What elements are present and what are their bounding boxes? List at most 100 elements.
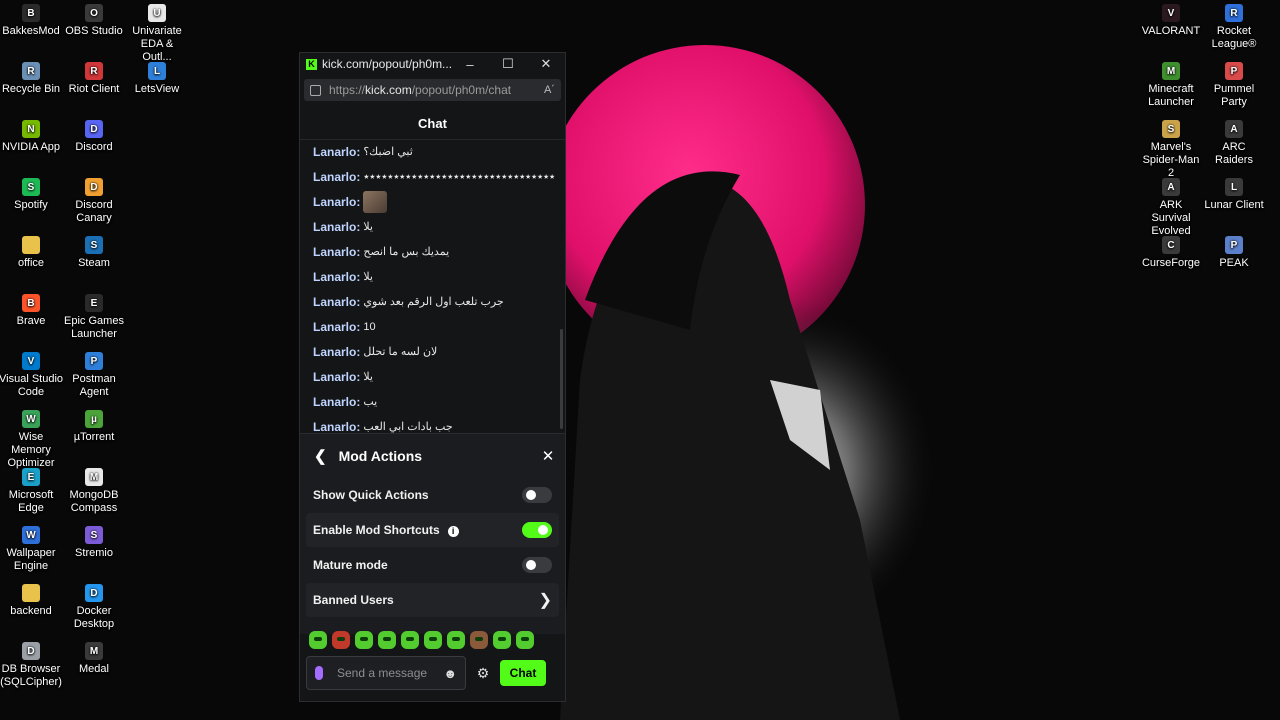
lock-icon: [310, 84, 321, 96]
close-window-button[interactable]: ✕: [527, 56, 565, 72]
chat-username[interactable]: Lanarlo:: [313, 345, 360, 359]
desktop-icon[interactable]: S Stremio: [62, 526, 126, 560]
desktop-icon-label: OBS Studio: [65, 25, 123, 37]
window-title: kick.com/popout/ph0m...: [322, 57, 451, 71]
desktop-icon[interactable]: backend: [0, 584, 63, 618]
chat-username[interactable]: Lanarlo:: [313, 320, 360, 334]
desktop-icon[interactable]: L Lunar Client: [1202, 178, 1266, 212]
toggle-knob: [526, 560, 536, 570]
chat-username[interactable]: Lanarlo:: [313, 420, 360, 434]
send-chat-button[interactable]: Chat: [500, 660, 546, 686]
show-quick-actions-toggle[interactable]: [522, 487, 552, 503]
desktop-icon[interactable]: D Discord Canary: [62, 178, 126, 225]
url-host: kick.com: [365, 83, 412, 97]
minimize-button[interactable]: –: [451, 57, 489, 72]
chat-message-text: يلا: [363, 371, 373, 383]
desktop-icon[interactable]: M MongoDB Compass: [62, 468, 126, 515]
emote-icon[interactable]: [332, 631, 350, 649]
enable-mod-shortcuts-row[interactable]: Enable Mod Shortcuts i: [306, 513, 559, 547]
chat-username[interactable]: Lanarlo:: [313, 145, 360, 159]
desktop-icon[interactable]: A ARC Raiders: [1202, 120, 1266, 167]
desktop-icon[interactable]: S Marvel's Spider-Man 2: [1139, 120, 1203, 180]
desktop-icon[interactable]: W Wallpaper Engine: [0, 526, 63, 573]
emote-icon[interactable]: [309, 631, 327, 649]
desktop-icon[interactable]: P PEAK: [1202, 236, 1266, 270]
desktop-icon-label: Minecraft Launcher: [1148, 83, 1194, 108]
emote-icon[interactable]: [516, 631, 534, 649]
maximize-button[interactable]: ☐: [489, 56, 527, 72]
show-quick-actions-row[interactable]: Show Quick Actions: [306, 478, 559, 512]
desktop-icon[interactable]: L LetsView: [125, 62, 189, 96]
chat-message-list[interactable]: Lanarlo: ثبي اضبك؟ Lanarlo: ٭٭٭٭٭٭٭٭٭٭٭٭٭٭٭…: [300, 139, 565, 434]
enable-mod-shortcuts-toggle[interactable]: [522, 522, 552, 538]
info-icon[interactable]: i: [447, 526, 459, 537]
app-icon: C: [1162, 236, 1180, 254]
chat-username[interactable]: Lanarlo:: [313, 395, 360, 409]
desktop-icon[interactable]: B BakkesMod: [0, 4, 63, 38]
desktop-icon[interactable]: E Epic Games Launcher: [62, 294, 126, 341]
emote-icon[interactable]: [378, 631, 396, 649]
emote-icon[interactable]: [355, 631, 373, 649]
desktop-icon[interactable]: V Visual Studio Code: [0, 352, 63, 399]
emote-icon[interactable]: [401, 631, 419, 649]
desktop-icon[interactable]: D Docker Desktop: [62, 584, 126, 631]
emote-icon[interactable]: [470, 631, 488, 649]
desktop-icon[interactable]: P Postman Agent: [62, 352, 126, 399]
reader-mode-icon[interactable]: A´: [544, 84, 555, 96]
mod-actions-panel: ❮ Mod Actions ✕ Show Quick Actions Enabl…: [300, 433, 565, 634]
desktop-icon[interactable]: office: [0, 236, 63, 270]
desktop-icon[interactable]: U Univariate EDA & Outl...: [125, 4, 189, 64]
banned-users-row[interactable]: Banned Users ❯: [306, 583, 559, 617]
desktop-icon[interactable]: D DB Browser (SQLCipher): [0, 642, 63, 689]
app-icon: O: [85, 4, 103, 22]
chat-username[interactable]: Lanarlo:: [313, 220, 360, 234]
mature-mode-toggle[interactable]: [522, 557, 552, 573]
desktop-icon[interactable]: µ µTorrent: [62, 410, 126, 444]
desktop-icon[interactable]: B Brave: [0, 294, 63, 328]
chat-username[interactable]: Lanarlo:: [313, 195, 360, 209]
chat-username[interactable]: Lanarlo:: [313, 270, 360, 284]
desktop-icon[interactable]: R Rocket League®: [1202, 4, 1266, 51]
desktop-icon[interactable]: W Wise Memory Optimizer: [0, 410, 63, 470]
emote-icon[interactable]: [493, 631, 511, 649]
desktop-icon[interactable]: D Discord: [62, 120, 126, 154]
desktop-icon[interactable]: M Minecraft Launcher: [1139, 62, 1203, 109]
emoji-picker-icon[interactable]: ☻: [443, 666, 457, 681]
chat-username[interactable]: Lanarlo:: [313, 370, 360, 384]
desktop-icon[interactable]: S Steam: [62, 236, 126, 270]
back-arrow-icon[interactable]: ❮: [314, 447, 327, 465]
app-icon: A: [1225, 120, 1243, 138]
desktop-icon-label: LetsView: [134, 83, 180, 95]
mature-mode-row[interactable]: Mature mode: [306, 548, 559, 582]
enable-mod-shortcuts-label-wrap: Enable Mod Shortcuts i: [313, 523, 522, 537]
chat-scrollbar[interactable]: [560, 329, 563, 429]
chat-message: Lanarlo: لان لسه ما تحلل: [300, 339, 565, 364]
app-icon: B: [22, 4, 40, 22]
desktop-icon[interactable]: N NVIDIA App: [0, 120, 63, 154]
emote-icon[interactable]: [447, 631, 465, 649]
close-icon[interactable]: ✕: [531, 447, 565, 465]
desktop-icon-label: Wallpaper Engine: [6, 547, 56, 572]
emote-icon[interactable]: [424, 631, 442, 649]
desktop-icon[interactable]: C CurseForge: [1139, 236, 1203, 270]
desktop-icon[interactable]: O OBS Studio: [62, 4, 126, 38]
desktop-icon-label: backend: [10, 605, 52, 617]
desktop-icon[interactable]: E Microsoft Edge: [0, 468, 63, 515]
desktop-icon[interactable]: M Medal: [62, 642, 126, 676]
chat-username[interactable]: Lanarlo:: [313, 295, 360, 309]
url-text[interactable]: https://kick.com/popout/ph0m/chat: [329, 83, 544, 97]
microphone-icon[interactable]: [315, 666, 323, 680]
desktop-icon[interactable]: S Spotify: [0, 178, 63, 212]
desktop-icon[interactable]: P Pummel Party: [1202, 62, 1266, 109]
desktop-icon[interactable]: R Recycle Bin: [0, 62, 63, 96]
chat-username[interactable]: Lanarlo:: [313, 170, 360, 184]
chat-username[interactable]: Lanarlo:: [313, 245, 360, 259]
address-bar[interactable]: https://kick.com/popout/ph0m/chat A´: [304, 79, 561, 101]
chat-settings-gear-icon[interactable]: ⚙: [466, 665, 500, 682]
chat-input-bar: Send a message ☻ ⚙ Chat: [306, 655, 562, 691]
desktop-icon[interactable]: R Riot Client: [62, 62, 126, 96]
message-input[interactable]: Send a message ☻: [306, 656, 466, 690]
chat-message-text: يلا: [363, 221, 373, 233]
desktop-icon[interactable]: A ARK Survival Evolved: [1139, 178, 1203, 238]
desktop-icon[interactable]: V VALORANT: [1139, 4, 1203, 38]
